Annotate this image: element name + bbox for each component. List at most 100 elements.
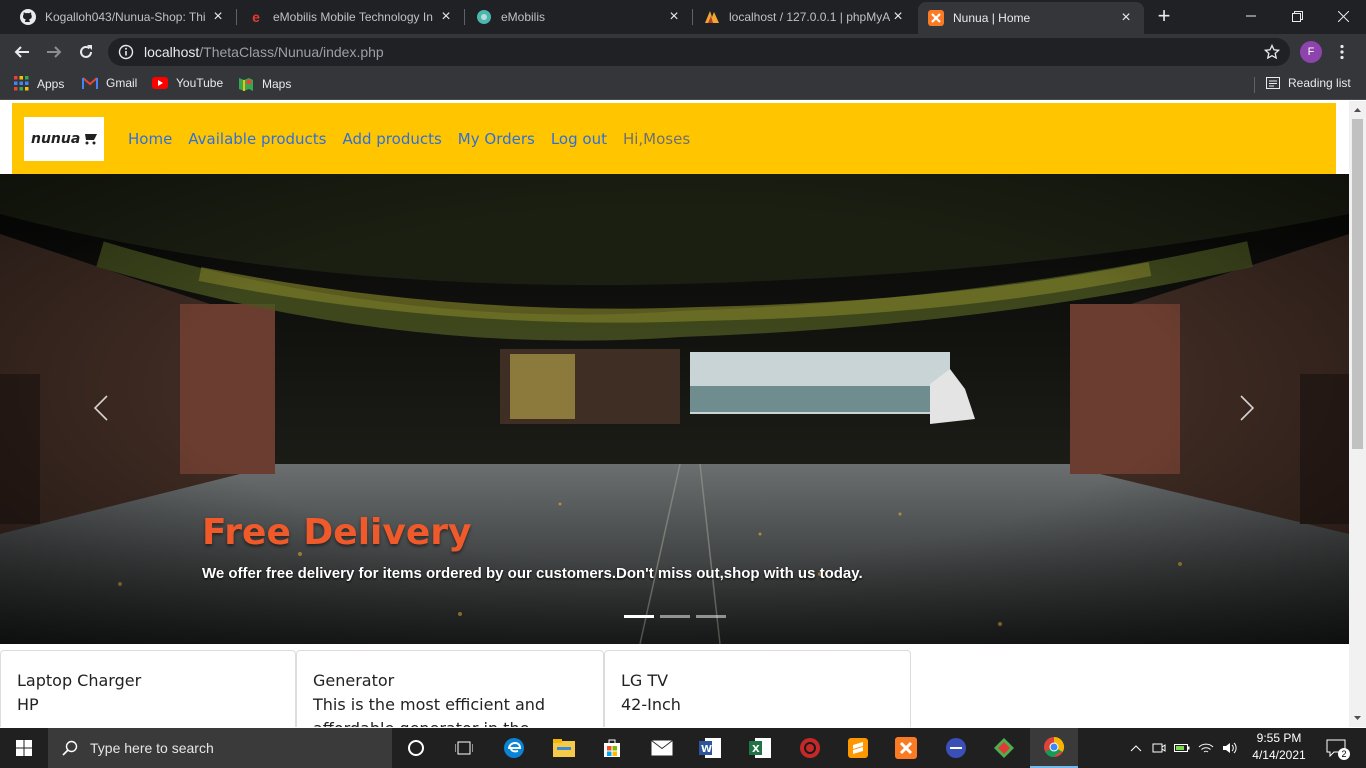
minimize-button[interactable] (1228, 0, 1274, 32)
maps-icon (238, 76, 254, 92)
new-tab-button[interactable]: + (1148, 0, 1180, 32)
bookmark-gmail[interactable]: Gmail (82, 76, 137, 90)
carousel-indicator-1[interactable] (624, 615, 654, 618)
bookmark-youtube[interactable]: YouTube (152, 76, 223, 90)
scrollbar-thumb[interactable] (1352, 119, 1363, 449)
hero-carousel: Free Delivery We offer free delivery for… (0, 174, 1349, 644)
scroll-down-icon (1354, 716, 1361, 720)
file-explorer-app[interactable] (540, 728, 588, 768)
carousel-prev-button[interactable] (86, 388, 116, 428)
clock-time: 9:55 PM (1256, 731, 1302, 745)
user-greeting: Hi,Moses (622, 129, 691, 148)
web-page: nunua Home Available products Add produc… (0, 101, 1366, 727)
browser-tab-github[interactable]: Kogalloh043/Nunua-Shop: Thi × (10, 0, 236, 34)
browser-tab-phpmyadmin[interactable]: localhost / 127.0.0.1 | phpMyA × (694, 0, 916, 34)
security-app[interactable] (786, 728, 834, 768)
notification-count: 2 (1338, 748, 1350, 760)
back-button[interactable] (8, 38, 36, 66)
product-card[interactable]: Laptop Charger HP (0, 650, 296, 727)
volume-icon[interactable] (1222, 741, 1238, 755)
task-view-icon (455, 741, 473, 755)
close-window-button[interactable] (1320, 0, 1366, 32)
reading-list-button[interactable]: Reading list (1266, 76, 1351, 90)
page-scrollbar[interactable] (1349, 101, 1366, 727)
start-button[interactable] (0, 728, 48, 768)
blue-shield-icon (946, 738, 966, 758)
emobilis-e-icon: e (252, 9, 260, 25)
scroll-up-icon (1354, 108, 1361, 112)
taskbar-search-box[interactable]: Type here to search (48, 728, 392, 768)
notifications-button[interactable]: 2 (1316, 728, 1356, 768)
tab-title: Nunua | Home (953, 11, 1031, 25)
battery-icon[interactable] (1174, 742, 1190, 754)
kebab-menu-icon (1340, 44, 1344, 60)
sublime-text-app[interactable] (834, 728, 882, 768)
back-arrow-icon (14, 46, 29, 58)
chevron-up-icon[interactable] (1130, 744, 1142, 752)
address-bar[interactable]: localhost/ThetaClass/Nunua/index.php (108, 38, 1290, 66)
nav-add-products-link[interactable]: Add products (342, 130, 441, 148)
edge-app[interactable] (490, 728, 538, 768)
carousel-indicator-2[interactable] (660, 615, 690, 618)
product-card[interactable]: Generator This is the most efficient and… (296, 650, 604, 727)
close-tab-icon[interactable]: × (890, 8, 906, 26)
youtube-icon (152, 77, 168, 89)
gmail-icon (82, 77, 98, 89)
close-tab-icon[interactable]: × (1118, 9, 1134, 27)
svg-text:W: W (701, 744, 712, 755)
tab-strip: Kogalloh043/Nunua-Shop: Thi × e eMobilis… (0, 0, 1366, 34)
meet-now-icon[interactable] (1152, 741, 1166, 755)
xampp-app[interactable] (882, 728, 930, 768)
tab-title: eMobilis Mobile Technology In (273, 10, 433, 24)
task-view-button[interactable] (440, 728, 488, 768)
carousel-next-button[interactable] (1232, 388, 1262, 428)
wifi-icon[interactable] (1198, 742, 1214, 754)
cortana-circle-icon (408, 740, 424, 756)
mail-app[interactable] (638, 728, 686, 768)
site-logo[interactable]: nunua (24, 116, 104, 161)
vpn-app[interactable] (932, 728, 980, 768)
nav-logout-link[interactable]: Log out (551, 130, 607, 148)
product-description: HP (17, 695, 39, 714)
nav-available-products-link[interactable]: Available products (188, 130, 326, 148)
xampp-icon (928, 10, 944, 26)
phpmyadmin-icon (704, 9, 720, 25)
apps-grid-icon (14, 76, 29, 91)
excel-app[interactable]: X (736, 728, 784, 768)
browser-menu-button[interactable] (1328, 38, 1356, 66)
info-icon[interactable] (118, 44, 134, 60)
cortana-button[interactable] (392, 728, 440, 768)
close-tab-icon[interactable]: × (438, 8, 454, 26)
forward-button[interactable] (40, 38, 68, 66)
product-name: LG TV (621, 671, 669, 690)
chrome-icon (1044, 736, 1065, 758)
close-tab-icon[interactable]: × (666, 8, 682, 26)
carousel-indicator-3[interactable] (696, 615, 726, 618)
forward-arrow-icon (47, 46, 62, 58)
nav-my-orders-link[interactable]: My Orders (458, 130, 535, 148)
site-navbar: nunua Home Available products Add produc… (12, 103, 1336, 174)
store-icon (604, 739, 620, 757)
search-icon (62, 740, 78, 756)
microsoft-store-app[interactable] (588, 728, 636, 768)
svg-text:X: X (752, 744, 760, 755)
browser-tab-emobilis[interactable]: eMobilis × (466, 0, 692, 34)
product-name: Generator (313, 671, 395, 690)
close-tab-icon[interactable]: × (210, 8, 226, 26)
bookmark-apps[interactable]: Apps (14, 76, 64, 91)
word-app[interactable]: W (686, 728, 734, 768)
nav-home-link[interactable]: Home (128, 130, 172, 148)
taskbar-clock[interactable]: 9:55 PM 4/14/2021 (1248, 730, 1310, 764)
git-app[interactable] (980, 728, 1028, 768)
browser-tab-nunua-home[interactable]: Nunua | Home × (918, 2, 1144, 34)
chrome-app[interactable] (1030, 728, 1078, 768)
product-description: This is the most efficient and affordabl… (313, 695, 546, 727)
product-card[interactable]: LG TV 42-Inch (604, 650, 911, 727)
browser-tab-emobilis-tech[interactable]: e eMobilis Mobile Technology In × (238, 0, 464, 34)
bookmark-maps[interactable]: Maps (238, 76, 291, 92)
profile-avatar[interactable]: F (1300, 41, 1322, 63)
bookmark-star-icon[interactable] (1264, 44, 1280, 60)
reload-button[interactable] (72, 38, 100, 66)
bookmark-label: Apps (37, 76, 65, 91)
restore-button[interactable] (1274, 0, 1320, 32)
